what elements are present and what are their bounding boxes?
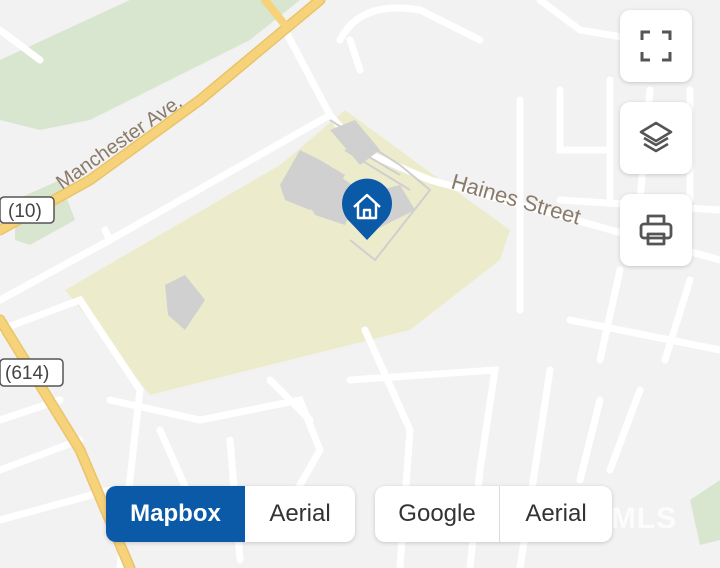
route-shield-10: (10) [0,196,55,224]
mapbox-aerial-button[interactable]: Aerial [245,486,355,542]
svg-text:(10): (10) [8,201,42,222]
mapbox-type-group: Mapbox Aerial [106,486,355,542]
layers-button[interactable] [620,102,692,174]
google-type-group: Google Aerial [375,486,612,542]
fullscreen-icon [640,30,672,62]
google-aerial-button[interactable]: Aerial [499,486,612,542]
layers-icon [639,121,673,153]
fullscreen-button[interactable] [620,10,692,82]
mapbox-button[interactable]: Mapbox [106,486,245,542]
print-button[interactable] [620,194,692,266]
map-canvas[interactable]: Manchester Ave. Haines Street (10) (614) [0,0,720,568]
svg-text:(614): (614) [5,363,49,384]
route-shield-614: (614) [0,358,64,387]
google-button[interactable]: Google [375,486,499,542]
printer-icon [639,214,673,246]
